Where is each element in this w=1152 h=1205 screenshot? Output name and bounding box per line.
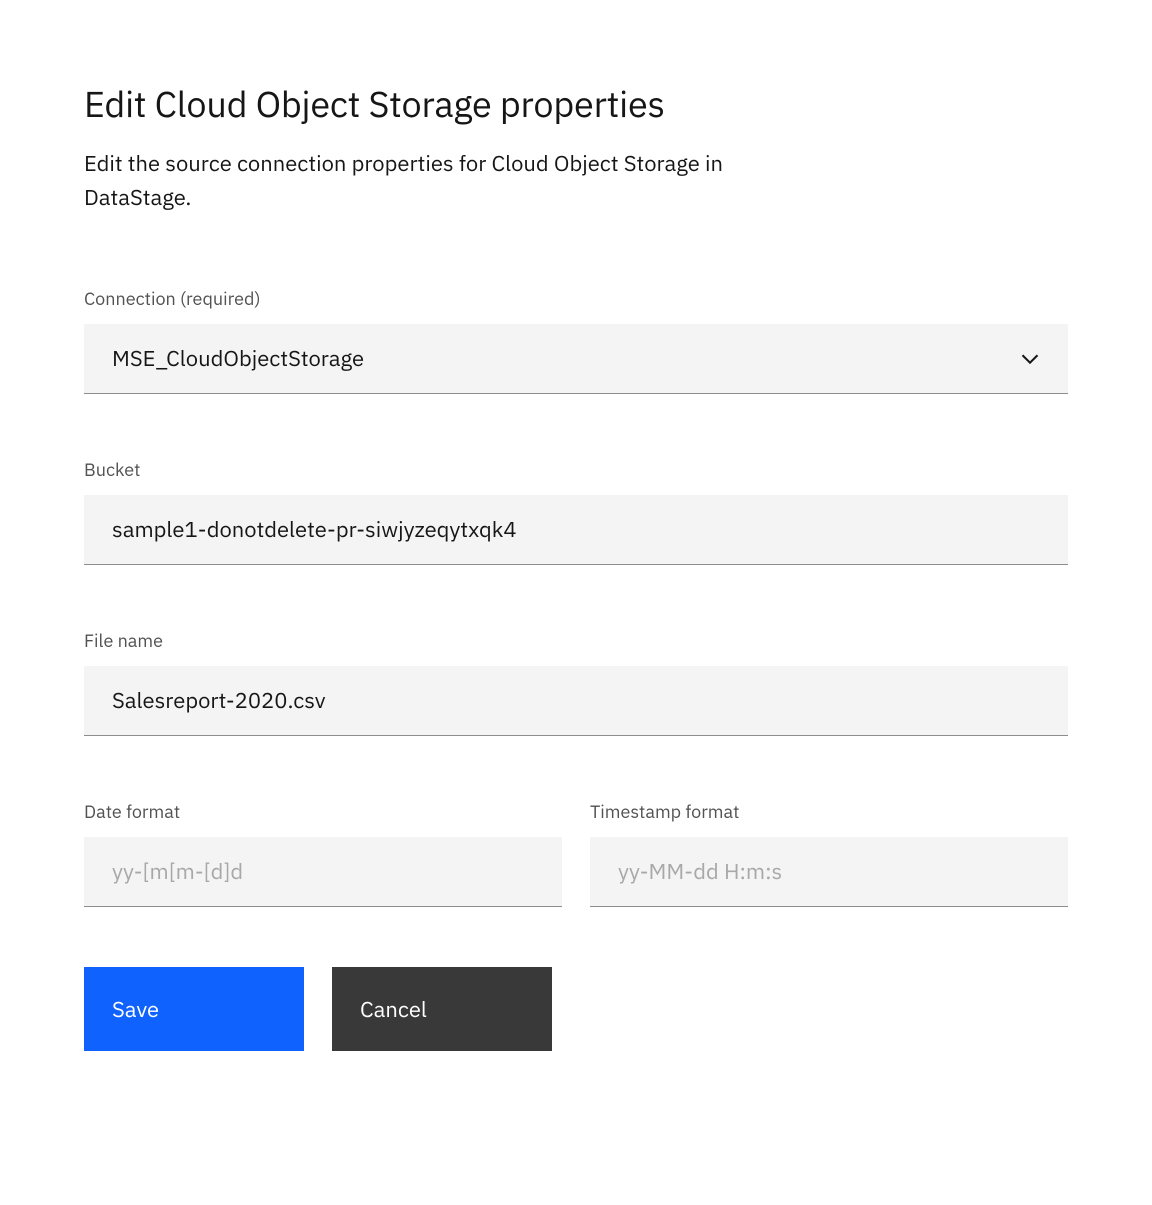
filename-input[interactable] <box>84 666 1068 736</box>
filename-label: File name <box>84 629 1068 652</box>
timestampformat-field-wrapper: Timestamp format <box>590 800 1068 907</box>
dateformat-label: Date format <box>84 800 562 823</box>
button-row: Save Cancel <box>84 967 1068 1051</box>
dateformat-input[interactable] <box>84 837 562 907</box>
bucket-field-wrapper: Bucket <box>84 458 1068 565</box>
bucket-input[interactable] <box>84 495 1068 565</box>
filename-field-wrapper: File name <box>84 629 1068 736</box>
timestampformat-label: Timestamp format <box>590 800 1068 823</box>
bucket-label: Bucket <box>84 458 1068 481</box>
cancel-button[interactable]: Cancel <box>332 967 552 1051</box>
page-title: Edit Cloud Object Storage properties <box>84 80 1068 127</box>
save-button[interactable]: Save <box>84 967 304 1051</box>
dateformat-field-wrapper: Date format <box>84 800 562 907</box>
chevron-down-icon <box>1020 349 1040 369</box>
connection-select[interactable]: MSE_CloudObjectStorage <box>84 324 1068 394</box>
connection-field-wrapper: Connection (required) MSE_CloudObjectSto… <box>84 287 1068 394</box>
connection-value: MSE_CloudObjectStorage <box>112 344 364 373</box>
connection-label: Connection (required) <box>84 287 1068 310</box>
timestampformat-input[interactable] <box>590 837 1068 907</box>
page-subtitle: Edit the source connection properties fo… <box>84 147 804 215</box>
